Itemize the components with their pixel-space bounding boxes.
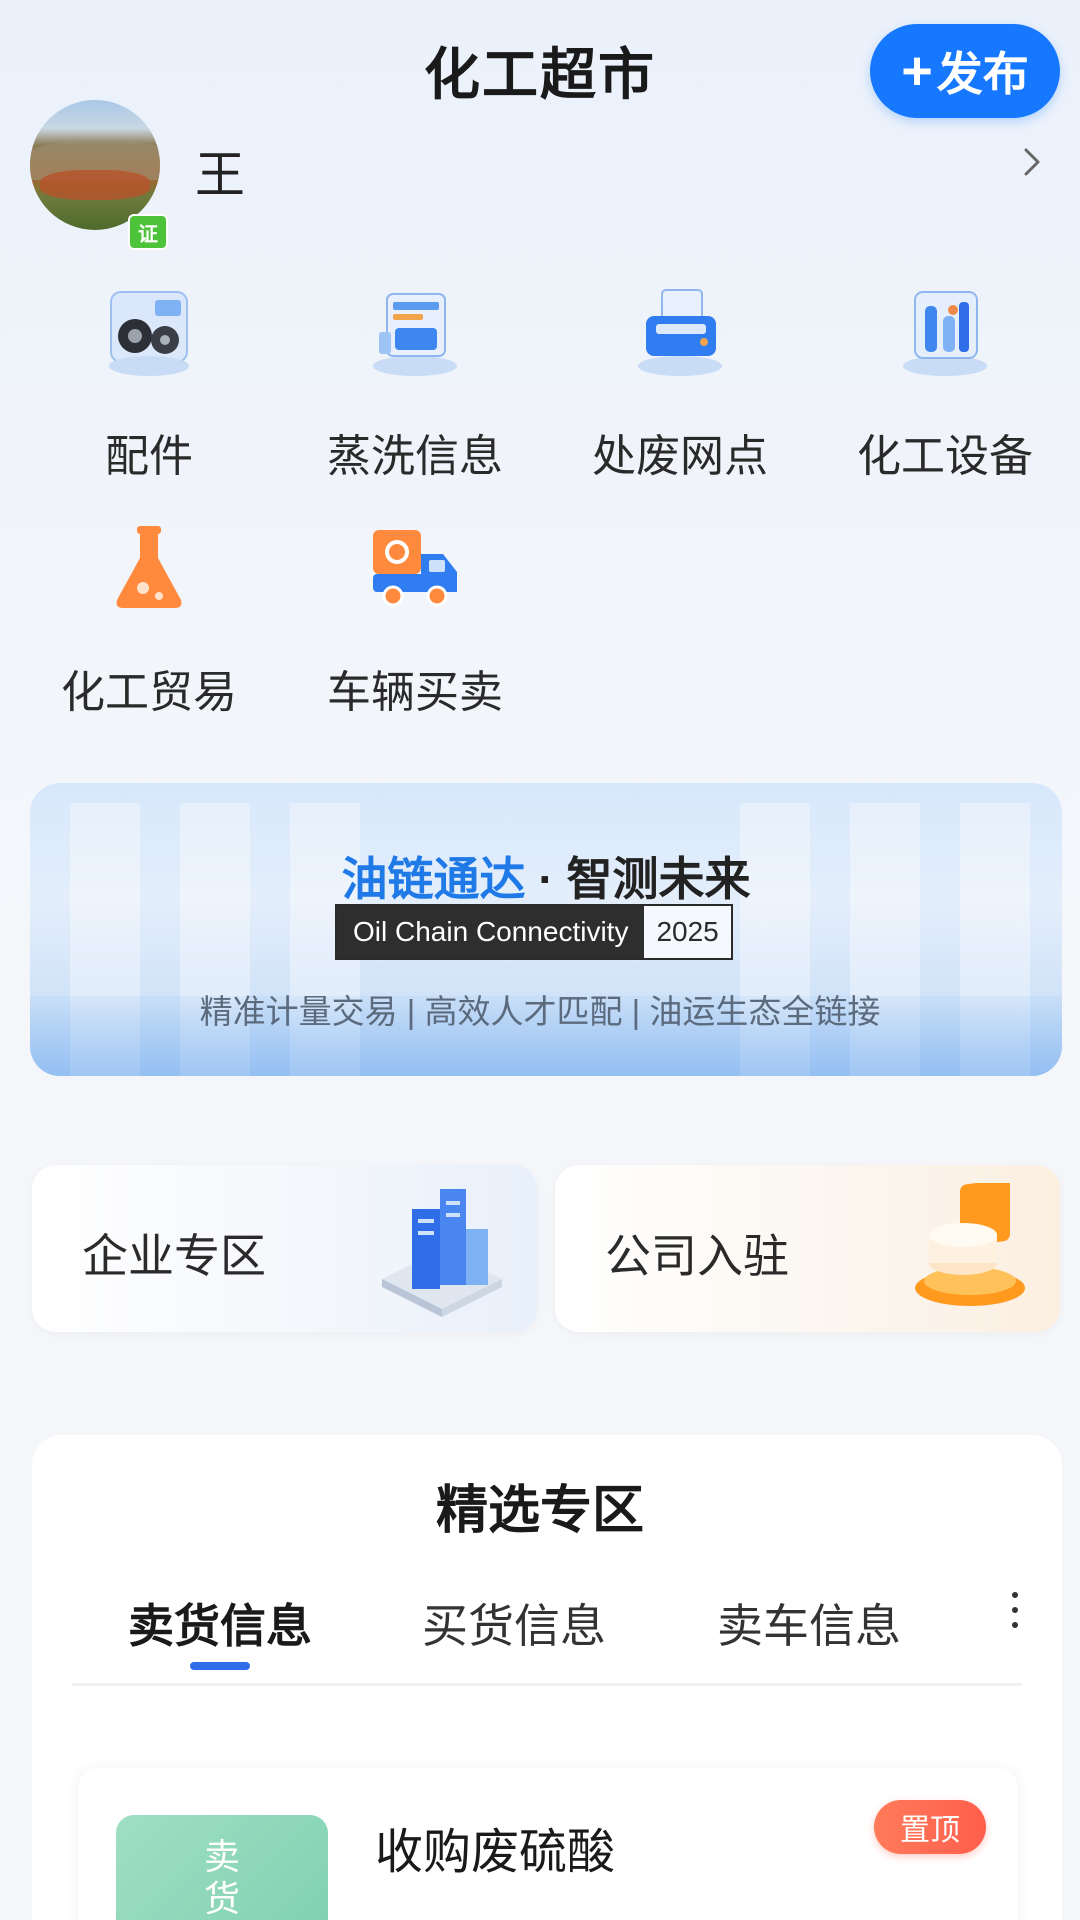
pinned-badge: 置顶 — [874, 1800, 986, 1854]
item-thumbnail-text: 卖货 — [203, 1836, 240, 1919]
avatar[interactable] — [30, 100, 160, 230]
category-label: 配件 — [105, 432, 193, 481]
company-join-card[interactable]: 公司入驻 — [555, 1165, 1060, 1332]
category-label: 车辆买卖 — [327, 668, 503, 717]
more-tabs-icon[interactable] — [1008, 1592, 1022, 1637]
banner-title: 油链通达 · 智测未来 — [341, 853, 751, 905]
banner-tag: Oil Chain Connectivity 2025 — [335, 904, 733, 960]
publish-label: 发布 — [936, 48, 1029, 100]
category-parts[interactable]: 配件 — [14, 282, 284, 484]
truck-icon — [365, 518, 465, 618]
category-label: 化工设备 — [857, 432, 1033, 481]
tab-selling-goods[interactable]: 卖货信息 — [128, 1590, 312, 1656]
office-join-icon — [915, 1183, 1025, 1306]
chemical-equipment-icon — [895, 282, 995, 382]
banner-tag-year: 2025 — [644, 906, 731, 958]
category-label: 蒸洗信息 — [327, 432, 503, 481]
item-title: 收购废硫酸 — [375, 1826, 616, 1879]
category-chemical-trade[interactable]: 化工贸易 — [14, 518, 284, 720]
waste-printer-icon — [630, 282, 730, 382]
category-label: 化工贸易 — [61, 668, 237, 717]
banner-subtitle: 精准计量交易 | 高效人才匹配 | 油运生态全链接 — [199, 993, 881, 1030]
tab-divider — [72, 1683, 1022, 1686]
category-waste-outlets[interactable]: 处废网点 — [545, 282, 815, 484]
zone-label: 企业专区 — [82, 1230, 266, 1282]
plus-icon: + — [901, 41, 933, 101]
verified-badge: 证 — [128, 214, 168, 250]
active-tab-indicator — [190, 1662, 250, 1670]
building-icon — [382, 1189, 502, 1317]
parts-icon — [99, 282, 199, 382]
publish-button[interactable]: + 发布 — [870, 24, 1060, 118]
banner-tag-text: Oil Chain Connectivity — [337, 906, 645, 958]
user-name[interactable]: 王 — [195, 135, 245, 207]
tab-buying-goods[interactable]: 买货信息 — [422, 1590, 606, 1656]
category-label: 处废网点 — [592, 432, 768, 481]
featured-title: 精选专区 — [435, 1482, 644, 1540]
washer-machine-icon — [365, 282, 465, 382]
category-washing-info[interactable]: 蒸洗信息 — [280, 282, 550, 484]
enterprise-zone-card[interactable]: 企业专区 — [32, 1165, 537, 1332]
zone-label: 公司入驻 — [605, 1230, 789, 1282]
tab-selling-vehicles[interactable]: 卖车信息 — [717, 1590, 901, 1656]
flask-icon — [99, 518, 199, 618]
category-chemical-equipment[interactable]: 化工设备 — [810, 282, 1080, 484]
chevron-right-icon[interactable] — [1018, 148, 1046, 176]
category-vehicle-trade[interactable]: 车辆买卖 — [280, 518, 550, 720]
